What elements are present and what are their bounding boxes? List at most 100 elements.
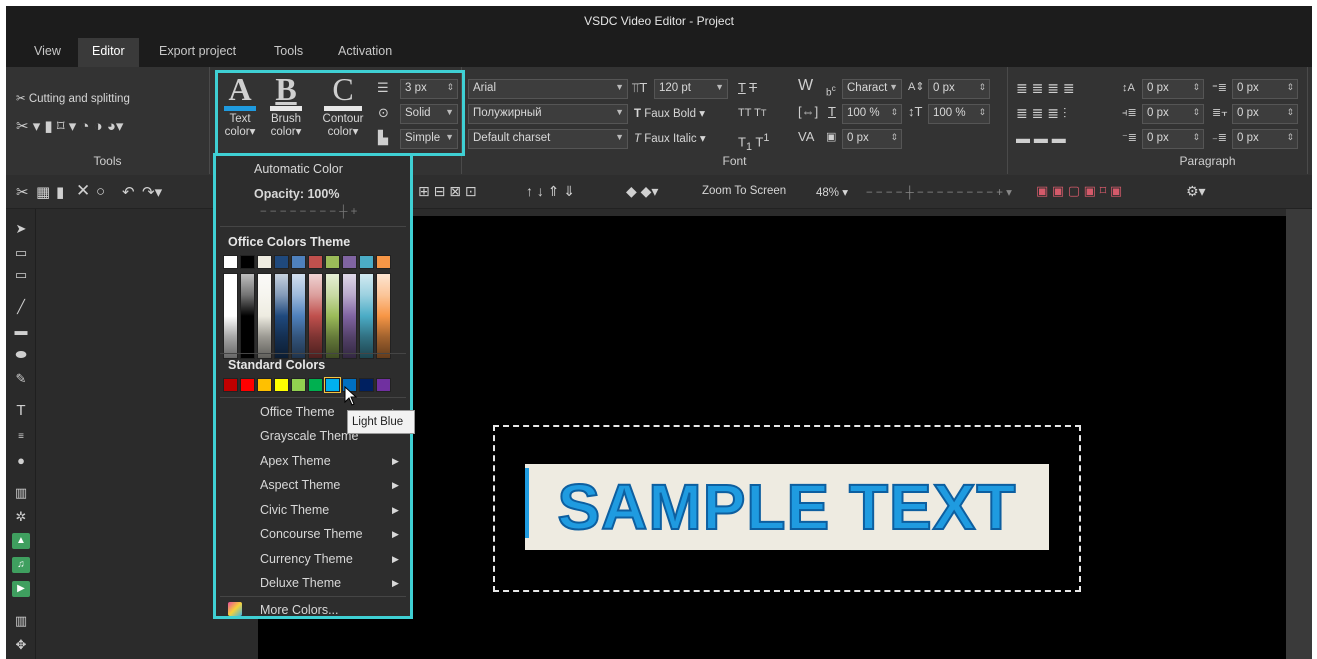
cutting-splitting-button[interactable]: ✂ Cutting and splitting: [16, 91, 130, 105]
paragraph-field-5[interactable]: 0 px ⇕: [1142, 129, 1204, 149]
office-color-shade-column[interactable]: [291, 273, 306, 359]
subscript-superscript-icon[interactable]: T1 T1: [738, 131, 769, 154]
align-tools-icons[interactable]: ⊞ ⊟ ⊠ ⊡: [418, 183, 477, 200]
theme-item-currency[interactable]: Currency Theme: [260, 552, 353, 566]
font-size-select[interactable]: 120 pt ▼: [654, 79, 728, 99]
office-color-shade-column[interactable]: [359, 273, 374, 359]
wrap-icon[interactable]: W: [798, 78, 813, 94]
paragraph-field-3[interactable]: 0 px ⇕: [1142, 104, 1204, 124]
office-color-swatch[interactable]: [376, 255, 391, 269]
faux-bold-button[interactable]: T Faux Bold ▾: [634, 106, 705, 120]
audio-tool-icon[interactable]: ♫: [12, 557, 30, 573]
layer-tool-icon[interactable]: ▭: [12, 245, 30, 261]
delete-icon[interactable]: ✕: [76, 181, 90, 201]
tool-icons-row[interactable]: ✂ ▾ ▮ ⌑ ▾ ◔ ◑ ◕▾: [16, 119, 123, 134]
scale-v-field[interactable]: 100 % ⇕: [928, 104, 990, 124]
copy-icon[interactable]: ▦: [36, 183, 50, 201]
video-tool-icon[interactable]: ▶: [12, 581, 30, 597]
right-scroll-area[interactable]: [1286, 209, 1312, 659]
zoom-slider[interactable]: − − − − ┼ − − − − − − − − + ▾: [866, 185, 1012, 199]
align-icons-row-1[interactable]: ≣ ≣ ≣ ≣: [1016, 81, 1075, 95]
paragraph-field-4[interactable]: 0 px ⇕: [1232, 104, 1298, 124]
standard-color-swatch[interactable]: [291, 378, 306, 392]
group-icons[interactable]: ◆ ◆▾: [626, 183, 658, 200]
scale-h-field[interactable]: 100 % ⇕: [842, 104, 902, 124]
office-color-swatch[interactable]: [291, 255, 306, 269]
office-color-shade-column[interactable]: [325, 273, 340, 359]
paste-icon[interactable]: ▮: [56, 183, 64, 201]
office-color-shade-column[interactable]: [240, 273, 255, 359]
font-style-select[interactable]: Полужирный ▼: [468, 104, 628, 124]
standard-color-swatch[interactable]: [274, 378, 289, 392]
office-color-shade-column[interactable]: [274, 273, 289, 359]
office-color-swatch[interactable]: [240, 255, 255, 269]
theme-item-apex[interactable]: Apex Theme: [260, 454, 331, 468]
charset-select[interactable]: Default charset ▼: [468, 129, 628, 149]
standard-color-swatch[interactable]: [240, 378, 255, 392]
cut-icon[interactable]: ✂: [16, 183, 29, 201]
line-tool-icon[interactable]: ╱: [12, 299, 30, 315]
circle-icon[interactable]: ○: [96, 183, 105, 200]
paragraph-field-2[interactable]: 0 px ⇕: [1232, 79, 1298, 99]
layer-icons[interactable]: ▣ ▣ ▢ ▣ ⌑ ▣: [1036, 183, 1122, 199]
menu-tools[interactable]: Tools: [274, 44, 303, 58]
menu-activation[interactable]: Activation: [338, 44, 392, 58]
settings-icon[interactable]: ⚙▾: [1186, 183, 1206, 200]
theme-item-grayscale[interactable]: Grayscale Theme: [260, 429, 358, 443]
sample-text[interactable]: SAMPLE TEXT: [525, 464, 1049, 550]
chart-tool-icon[interactable]: ▥: [12, 485, 30, 501]
paragraph-field-6[interactable]: 0 px ⇕: [1232, 129, 1298, 149]
undo-icon[interactable]: ↶: [122, 183, 135, 201]
align-icons-row-2[interactable]: ≣ ≣ ≣ ⫶: [1016, 106, 1066, 120]
spectrum-tool-icon[interactable]: ▥: [12, 613, 30, 629]
theme-item-concourse[interactable]: Concourse Theme: [260, 527, 363, 541]
order-arrows-icons[interactable]: ↑ ↓ ⇑ ⇓: [526, 183, 575, 200]
offset-field[interactable]: 0 px ⇕: [842, 129, 902, 149]
office-color-shade-column[interactable]: [342, 273, 357, 359]
layer2-tool-icon[interactable]: ▭: [12, 267, 30, 283]
theme-item-office[interactable]: Office Theme: [260, 405, 335, 419]
office-color-shade-column[interactable]: [376, 273, 391, 359]
char-spacing-mode-select[interactable]: Charact ▼: [842, 79, 902, 99]
office-color-swatch[interactable]: [223, 255, 238, 269]
theme-item-aspect[interactable]: Aspect Theme: [260, 478, 340, 492]
office-color-swatch[interactable]: [308, 255, 323, 269]
opacity-slider[interactable]: − − − − − − − − ┼ +: [260, 206, 357, 218]
standard-color-swatch[interactable]: [257, 378, 272, 392]
menu-editor[interactable]: Editor: [78, 38, 139, 67]
callout-tool-icon[interactable]: ●: [12, 453, 30, 469]
more-colors-item[interactable]: More Colors...: [260, 603, 339, 617]
standard-color-swatch[interactable]: [308, 378, 323, 392]
faux-italic-button[interactable]: T Faux Italic ▾: [634, 131, 706, 145]
image-tool-icon[interactable]: ▲: [12, 533, 30, 549]
underline-icon[interactable]: T T: [738, 81, 757, 95]
automatic-color-item[interactable]: Automatic Color: [254, 162, 343, 176]
kerning-icon[interactable]: VA: [798, 130, 814, 144]
subtitle-tool-icon[interactable]: ≡: [12, 429, 30, 445]
paragraph-field-1[interactable]: 0 px ⇕: [1142, 79, 1204, 99]
caps-icon[interactable]: TT TT: [738, 106, 766, 120]
zoom-to-screen-button[interactable]: Zoom To Screen: [702, 185, 786, 197]
office-color-swatch[interactable]: [359, 255, 374, 269]
menu-view[interactable]: View: [34, 44, 61, 58]
freehand-tool-icon[interactable]: ✎: [12, 371, 30, 387]
rectangle-tool-icon[interactable]: ▬: [12, 323, 30, 339]
standard-color-swatch[interactable]: [359, 378, 374, 392]
standard-color-swatch[interactable]: [376, 378, 391, 392]
office-color-swatch[interactable]: [274, 255, 289, 269]
standard-color-swatch[interactable]: [324, 377, 341, 393]
office-color-swatch[interactable]: [325, 255, 340, 269]
pointer-tool-icon[interactable]: ➤: [12, 221, 30, 237]
ellipse-tool-icon[interactable]: ⬬: [12, 347, 30, 363]
office-color-shade-column[interactable]: [223, 273, 238, 359]
animation-tool-icon[interactable]: ✲: [12, 509, 30, 525]
zoom-select[interactable]: 48% ▾: [816, 185, 848, 199]
move-tool-icon[interactable]: ✥: [12, 637, 30, 653]
office-color-shade-column[interactable]: [257, 273, 272, 359]
theme-item-civic[interactable]: Civic Theme: [260, 503, 329, 517]
text-tool-icon[interactable]: T: [12, 403, 30, 419]
standard-color-swatch[interactable]: [223, 378, 238, 392]
menu-export-project[interactable]: Export project: [159, 44, 236, 58]
align-icons-row-3[interactable]: ▬ ▬ ▬: [1016, 131, 1066, 145]
redo-icon[interactable]: ↷▾: [142, 183, 162, 201]
